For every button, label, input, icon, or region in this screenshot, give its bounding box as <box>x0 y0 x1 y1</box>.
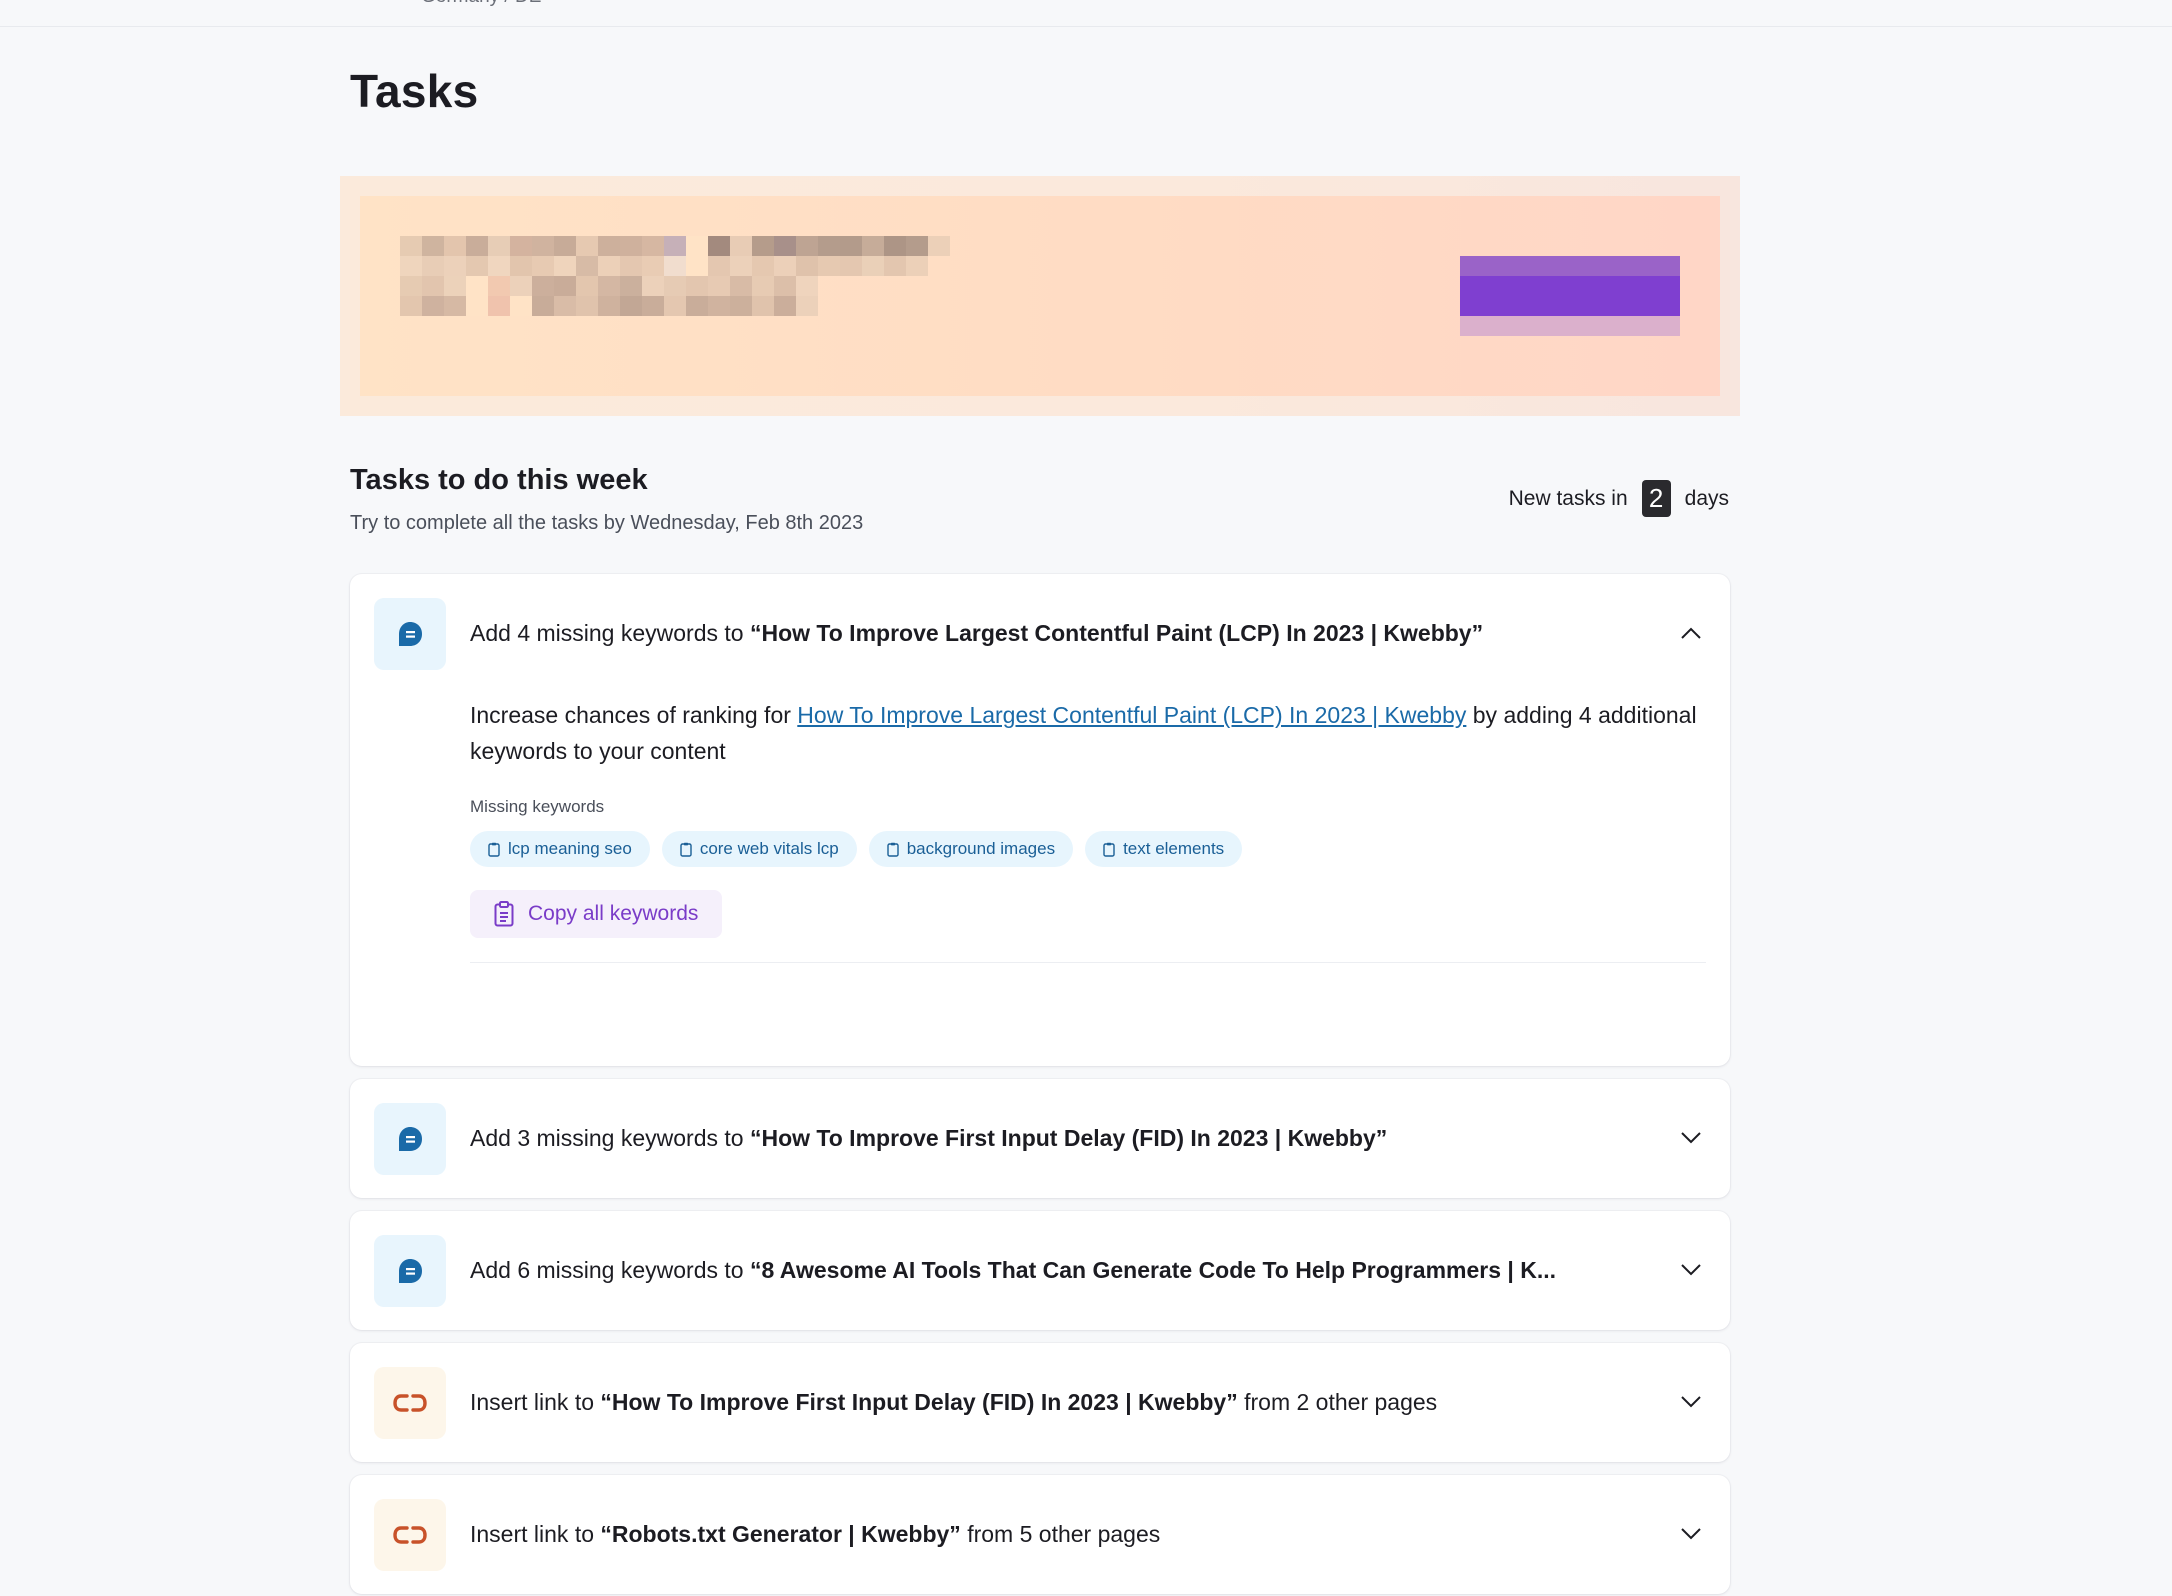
clipboard-icon <box>887 842 899 857</box>
redacted-text-line <box>400 236 950 256</box>
keyword-pill[interactable]: lcp meaning seo <box>470 831 650 867</box>
keyword-pill[interactable]: background images <box>868 831 1074 867</box>
clipboard-list-icon <box>494 901 514 927</box>
task-title: Add 6 missing keywords to “8 Awesome AI … <box>470 1211 1650 1330</box>
target-page-link[interactable]: How To Improve Largest Contentful Paint … <box>797 702 1466 728</box>
task-card: Add 4 missing keywords to “How To Improv… <box>350 574 1730 1165</box>
expand-toggle[interactable] <box>1676 1519 1706 1549</box>
task-details: Increase chances of ranking for How To I… <box>470 693 1706 1165</box>
task-card[interactable]: Add 6 missing keywords to “8 Awesome AI … <box>350 1211 1730 1330</box>
redacted-text-line <box>400 276 818 296</box>
task-title-prefix: Insert link to <box>470 1521 601 1547</box>
task-title: Add 4 missing keywords to “How To Improv… <box>470 574 1650 693</box>
keyword-pill[interactable]: text elements <box>1085 831 1243 867</box>
collapse-toggle[interactable] <box>1676 618 1706 648</box>
link-icon <box>393 1394 427 1412</box>
chat-bubble-icon <box>399 1127 422 1151</box>
task-title-suffix: from 2 other pages <box>1237 1389 1438 1415</box>
desc-text: Increase chances of ranking for <box>470 702 798 728</box>
days-count-badge: 2 <box>1641 480 1671 517</box>
chat-bubble-icon <box>399 1259 422 1283</box>
banner-content <box>360 196 1720 396</box>
clipboard-icon <box>488 842 500 857</box>
clipboard-icon <box>1103 842 1115 857</box>
expand-toggle[interactable] <box>1676 1123 1706 1153</box>
section-title: Tasks to do this week <box>350 464 648 496</box>
expand-toggle[interactable] <box>1676 1387 1706 1417</box>
top-bar: Germany / DE <box>0 0 2172 27</box>
task-title: Add 3 missing keywords to “How To Improv… <box>470 1079 1650 1198</box>
copy-all-label: Copy all keywords <box>528 902 699 925</box>
task-title-prefix: Add 6 missing keywords to <box>470 1257 750 1283</box>
clipboard-icon <box>680 842 692 857</box>
task-type-icon-box <box>374 1235 446 1307</box>
chevron-down-icon <box>1681 1132 1701 1144</box>
promo-banner-redacted <box>340 176 1740 416</box>
new-tasks-suffix: days <box>1684 486 1729 510</box>
redacted-text-line <box>400 256 928 276</box>
chevron-down-icon <box>1681 1528 1701 1540</box>
chevron-up-icon <box>1681 627 1701 639</box>
keyword-pill-list: lcp meaning seo core web vitals lcp back… <box>470 831 1706 867</box>
task-header[interactable]: Add 4 missing keywords to “How To Improv… <box>350 574 1730 693</box>
task-card[interactable]: Insert link to “Robots.txt Generator | K… <box>350 1475 1730 1594</box>
task-title-subject: “How To Improve First Input Delay (FID) … <box>600 1389 1238 1415</box>
new-tasks-prefix: New tasks in <box>1508 486 1628 510</box>
task-header[interactable]: Add 6 missing keywords to “8 Awesome AI … <box>350 1211 1730 1330</box>
task-title: Insert link to “Robots.txt Generator | K… <box>470 1475 1650 1594</box>
task-title-subject: “8 Awesome AI Tools That Can Generate Co… <box>749 1257 1557 1283</box>
task-title-prefix: Add 4 missing keywords to <box>470 620 750 646</box>
link-icon <box>393 1526 427 1544</box>
keyword-text: lcp meaning seo <box>508 839 632 858</box>
task-title-suffix: from 5 other pages <box>960 1521 1161 1547</box>
task-title: Insert link to “How To Improve First Inp… <box>470 1343 1650 1462</box>
task-type-icon-box <box>374 1499 446 1571</box>
keyword-text: text elements <box>1123 839 1225 858</box>
task-card[interactable]: Add 3 missing keywords to “How To Improv… <box>350 1079 1730 1198</box>
new-tasks-countdown: New tasks in 2 days <box>1509 480 1729 517</box>
task-header[interactable]: Add 3 missing keywords to “How To Improv… <box>350 1079 1730 1198</box>
divider <box>470 962 1706 963</box>
missing-keywords-label: Missing keywords <box>470 797 605 816</box>
copy-all-keywords-button[interactable]: Copy all keywords <box>470 890 723 938</box>
task-title-subject: “How To Improve First Input Delay (FID) … <box>749 1125 1388 1151</box>
task-title-subject: “How To Improve Largest Contentful Paint… <box>749 620 1484 646</box>
breadcrumb[interactable]: Germany / DE <box>421 0 541 8</box>
redacted-text-line <box>400 296 818 316</box>
keyword-text: core web vitals lcp <box>699 839 839 858</box>
page-title: Tasks <box>350 65 479 117</box>
task-card[interactable]: Insert link to “How To Improve First Inp… <box>350 1343 1730 1462</box>
keyword-pill[interactable]: core web vitals lcp <box>661 831 857 867</box>
keyword-text: background images <box>906 839 1056 858</box>
task-header[interactable]: Insert link to “How To Improve First Inp… <box>350 1343 1730 1462</box>
chevron-down-icon <box>1681 1396 1701 1408</box>
task-header[interactable]: Insert link to “Robots.txt Generator | K… <box>350 1475 1730 1594</box>
task-title-subject: “Robots.txt Generator | Kwebby” <box>600 1521 961 1547</box>
section-subtitle: Try to complete all the tasks by Wednesd… <box>350 512 864 534</box>
chevron-down-icon <box>1681 1264 1701 1276</box>
banner-action-button-redacted[interactable] <box>1460 256 1680 336</box>
chat-bubble-icon <box>399 622 422 646</box>
task-type-icon-box <box>374 598 446 670</box>
task-title-prefix: Insert link to <box>470 1389 601 1415</box>
expand-toggle[interactable] <box>1676 1255 1706 1285</box>
task-type-icon-box <box>374 1103 446 1175</box>
task-type-icon-box <box>374 1367 446 1439</box>
task-title-prefix: Add 3 missing keywords to <box>470 1125 750 1151</box>
task-description: Increase chances of ranking for How To I… <box>470 697 1706 769</box>
